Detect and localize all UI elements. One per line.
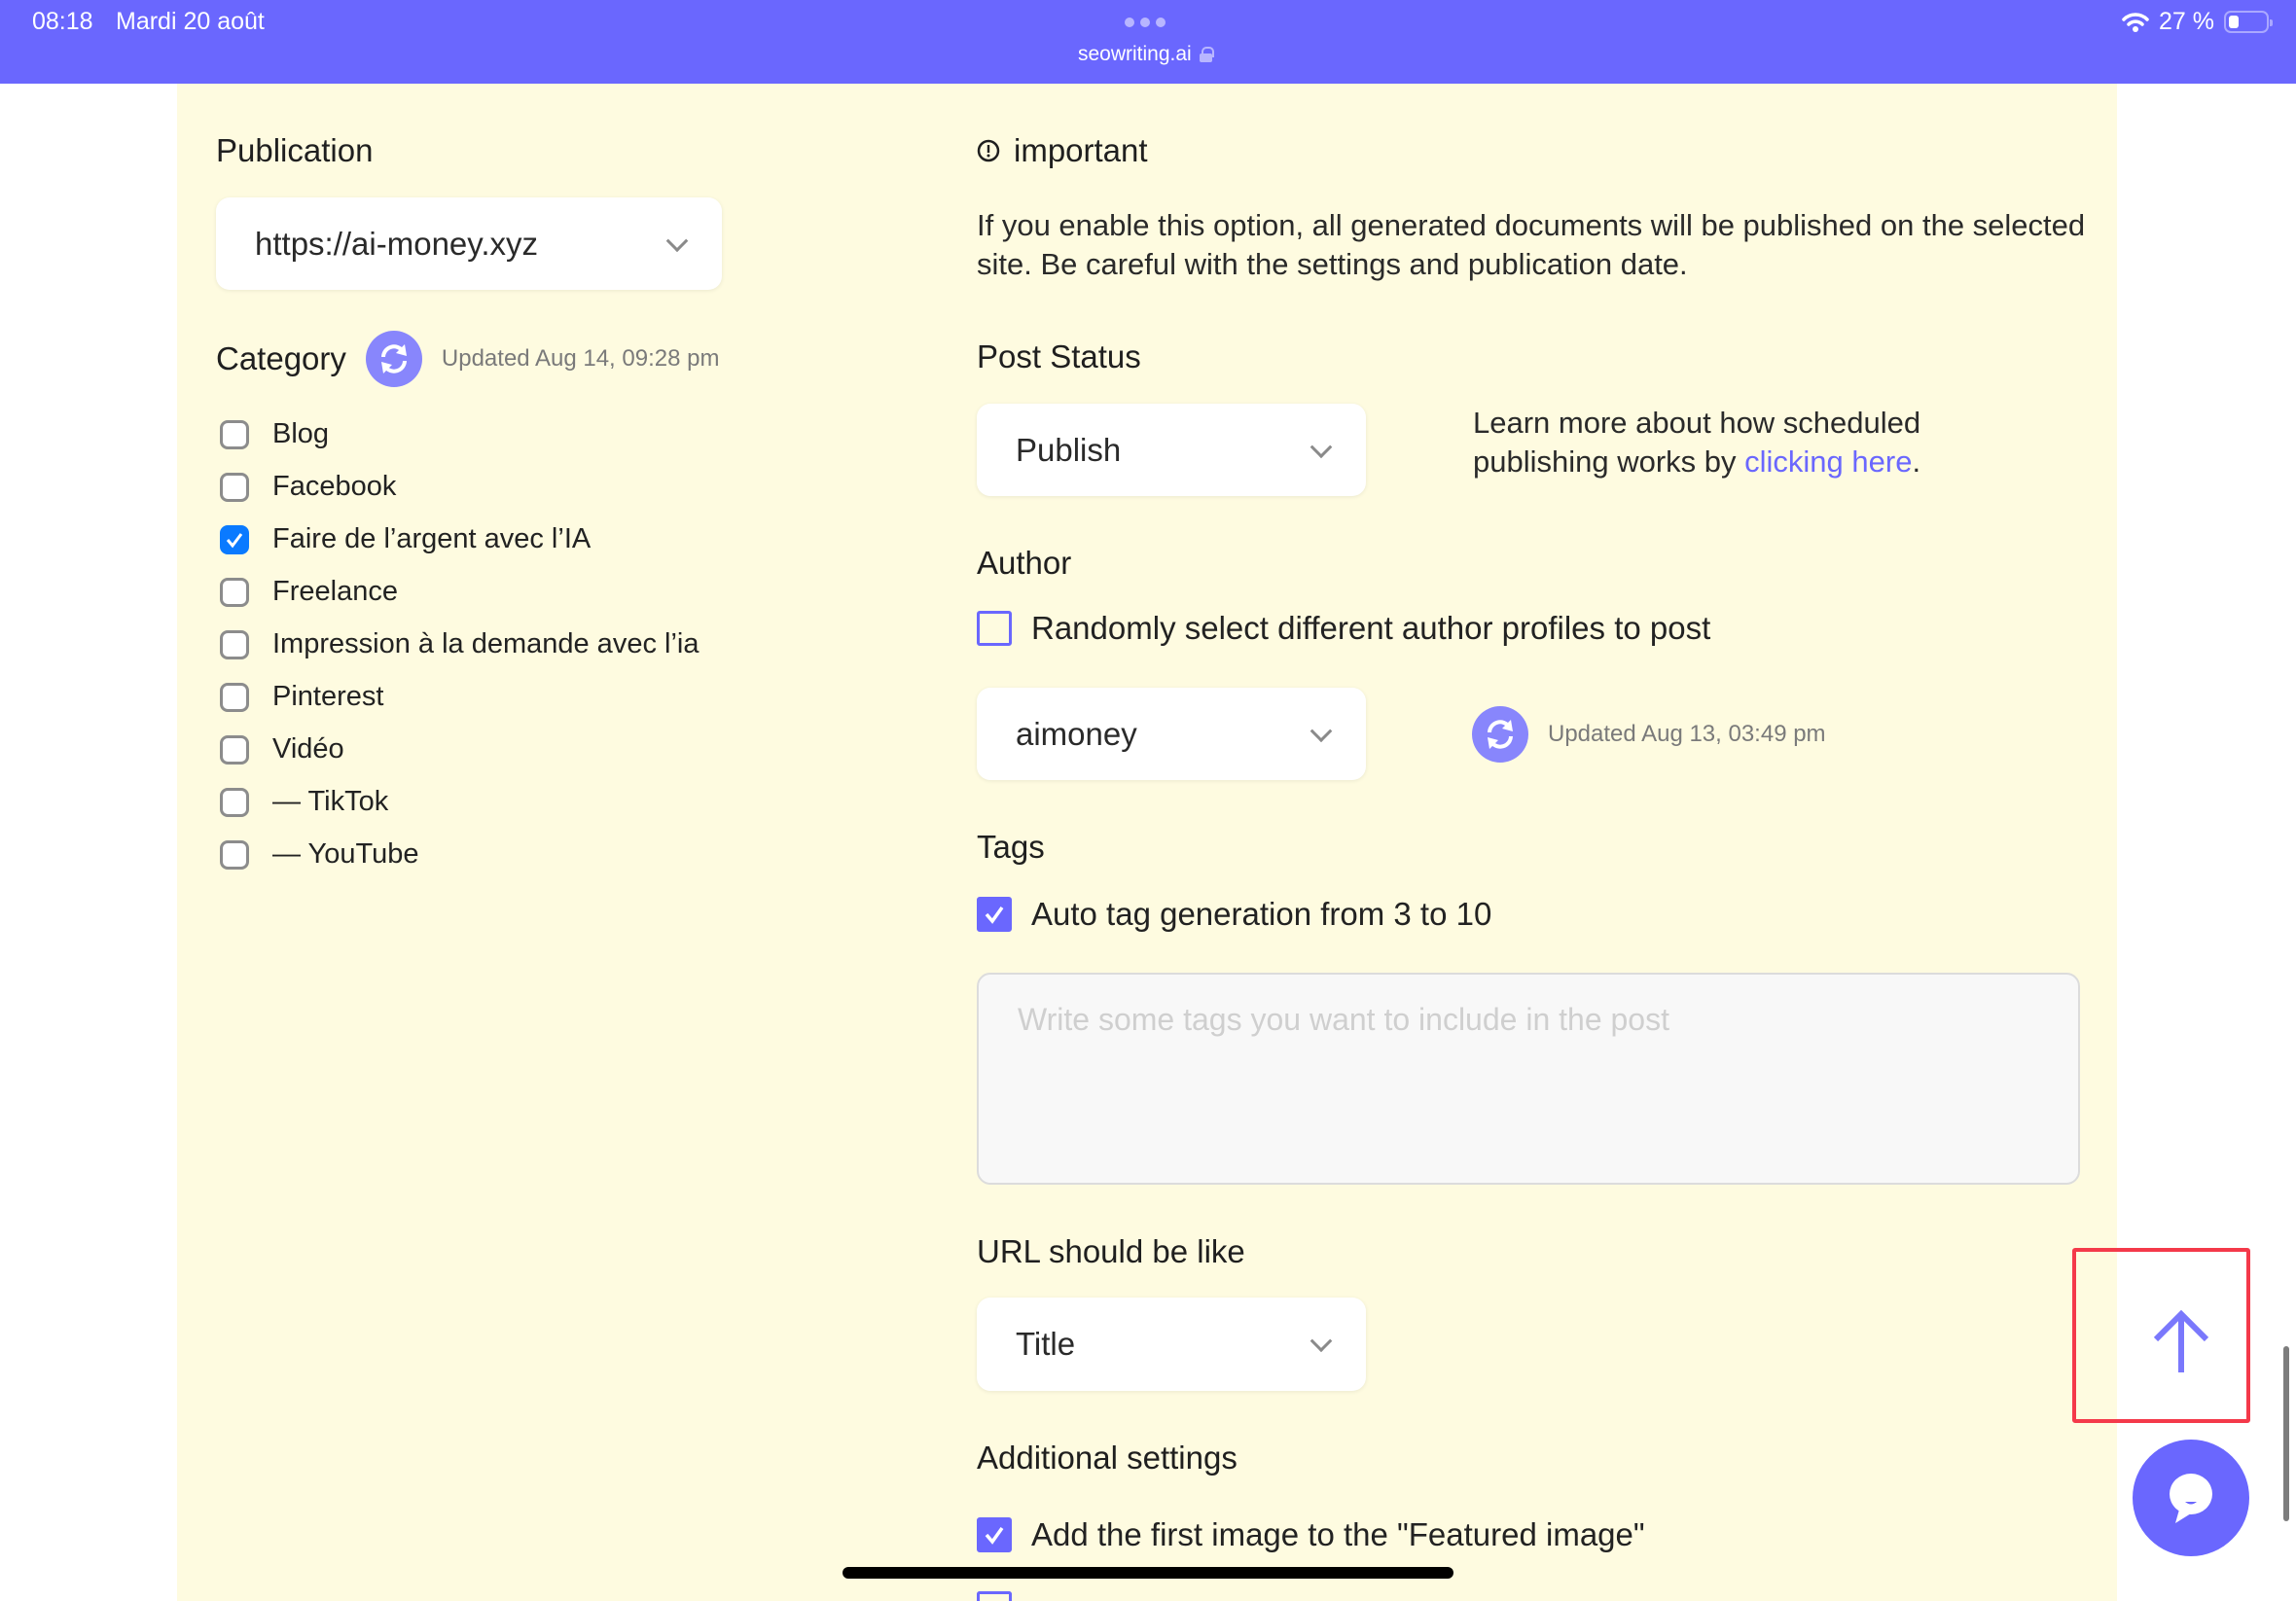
author-updated-timestamp: Updated Aug 13, 03:49 pm [1548,721,1826,747]
random-author-checkbox[interactable] [977,611,1012,646]
category-checkbox[interactable] [220,419,249,449]
category-checkbox[interactable] [220,682,249,712]
category-option[interactable]: — TikTok [220,786,388,818]
lock-icon [1199,47,1214,62]
publication-label: Publication [216,132,374,168]
scheduled-publishing-info: Learn more about how scheduled publishin… [1473,404,2018,481]
auto-tag-checkbox[interactable] [977,897,1012,932]
random-author-label: Randomly select different author profile… [1031,610,1711,646]
category-header: Category Updated Aug 14, 09:28 pm [216,331,719,387]
refresh-icon [1488,720,1513,749]
wifi-icon [2122,12,2149,32]
post-status-label: Post Status [977,338,1141,374]
author-label: Author [977,545,1072,581]
arrow-up-icon [2153,1309,2209,1372]
post-status-select-value: Publish [1016,431,1122,468]
category-option[interactable]: Pinterest [220,681,383,713]
category-option[interactable]: Freelance [220,576,398,608]
author-refresh-group: Updated Aug 13, 03:49 pm [1472,706,1826,763]
battery-percent: 27 % [2159,8,2214,35]
tags-label: Tags [977,829,1045,865]
category-option-label: Impression à la demande avec l’ia [272,628,700,659]
category-option-label: Blog [272,418,330,449]
important-title: important [1014,132,1148,168]
category-label: Category [216,340,346,376]
tags-input[interactable] [977,973,2080,1185]
status-indicators: 27 % [2122,8,2273,36]
auto-tag-option[interactable]: Auto tag generation from 3 to 10 [977,896,1491,933]
chat-bubble-icon [2170,1474,2212,1523]
category-option-label: Freelance [272,576,398,607]
url-format-label: URL should be like [977,1233,1245,1269]
author-select-value: aimoney [1016,715,1137,752]
auto-tag-label: Auto tag generation from 3 to 10 [1031,896,1492,932]
category-option[interactable]: Impression à la demande avec l’ia [220,628,699,660]
category-checkbox[interactable] [220,787,249,817]
status-bar: 08:18 Mardi 20 août seowriting.ai 27 % [0,0,2296,84]
chevron-down-icon [1309,719,1333,742]
category-option-label: — TikTok [272,786,389,817]
checkmark-icon [985,906,1004,924]
learn-more-suffix: . [1912,445,1921,479]
checkmark-icon [226,532,243,548]
url-text: seowriting.ai [1078,43,1192,65]
category-option[interactable]: Blog [220,418,329,450]
chevron-down-icon [665,229,689,252]
chevron-down-icon [1309,1330,1333,1353]
author-select[interactable]: aimoney [977,688,1366,780]
category-updated-timestamp: Updated Aug 14, 09:28 pm [441,345,720,372]
scroll-to-top-button[interactable] [2150,1308,2212,1378]
category-option[interactable]: — YouTube [220,838,419,871]
category-checkbox[interactable] [220,629,249,659]
refresh-categories-button[interactable] [365,331,422,387]
category-checkbox[interactable] [220,524,249,554]
battery-icon [2224,11,2273,33]
category-option-label: — YouTube [272,838,419,870]
publication-select-value: https://ai-money.xyz [255,225,538,262]
random-author-option[interactable]: Randomly select different author profile… [977,610,1710,647]
next-option-checkbox[interactable] [977,1591,1012,1601]
category-checkbox[interactable] [220,472,249,502]
url-format-select[interactable]: Title [977,1298,1366,1391]
refresh-authors-button[interactable] [1472,706,1528,763]
status-date: Mardi 20 août [116,8,265,35]
status-time: 08:18 [32,8,93,35]
clicking-here-link[interactable]: clicking here [1744,445,1912,479]
page-scrollbar[interactable] [2283,1346,2289,1521]
category-checkbox[interactable] [220,577,249,607]
category-option[interactable]: Facebook [220,471,396,503]
more-dots-icon[interactable] [1125,18,1166,27]
category-option-label: Pinterest [272,681,384,712]
important-notice-header: important [977,132,1148,169]
category-checkbox[interactable] [220,839,249,870]
refresh-icon [380,344,407,374]
featured-image-checkbox[interactable] [977,1517,1012,1552]
chat-support-button[interactable] [2133,1440,2249,1556]
checkmark-icon [985,1526,1004,1545]
address-bar[interactable]: seowriting.ai [1078,43,1214,66]
category-option-label: Vidéo [272,733,344,765]
alert-circle-icon [977,139,1000,162]
home-indicator[interactable] [843,1567,1453,1579]
category-option[interactable]: Vidéo [220,733,344,765]
url-format-select-value: Title [1016,1326,1076,1362]
chevron-down-icon [1309,435,1333,458]
post-status-select[interactable]: Publish [977,404,1366,496]
category-checkbox[interactable] [220,734,249,765]
additional-settings-label: Additional settings [977,1440,1238,1476]
category-option-label: Facebook [272,471,397,502]
publication-select[interactable]: https://ai-money.xyz [216,197,722,290]
featured-image-option[interactable]: Add the first image to the "Featured ima… [977,1516,1645,1553]
important-notice-text: If you enable this option, all generated… [977,208,2086,281]
category-option-label: Faire de l’argent avec l’IA [272,523,592,554]
featured-image-label: Add the first image to the "Featured ima… [1031,1516,1645,1552]
category-option[interactable]: Faire de l’argent avec l’IA [220,523,591,555]
